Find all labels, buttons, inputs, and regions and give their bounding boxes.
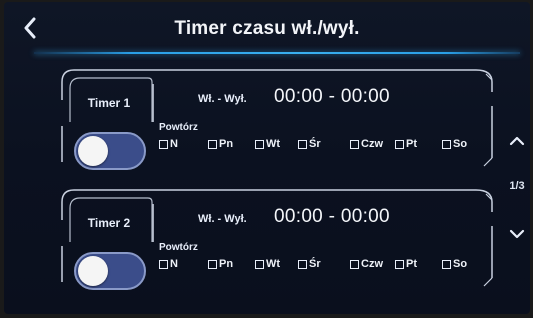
- checkbox-icon: [255, 259, 264, 269]
- day-checkbox-so[interactable]: So: [442, 258, 467, 270]
- checkbox-icon: [208, 259, 217, 269]
- time-range[interactable]: 00:00 - 00:00: [274, 206, 390, 228]
- day-checkbox-pn[interactable]: Pn: [208, 138, 233, 150]
- label-separator: [152, 204, 154, 242]
- day-label: Śr: [309, 258, 321, 270]
- page-up-button[interactable]: [506, 130, 528, 152]
- timer-toggle[interactable]: [74, 252, 146, 290]
- day-label: Pt: [406, 138, 417, 150]
- checkbox-icon: [255, 139, 264, 149]
- toggle-knob: [78, 256, 108, 286]
- checkbox-icon: [350, 139, 359, 149]
- day-label: Pn: [219, 258, 234, 270]
- day-checkbox-n[interactable]: N: [159, 258, 178, 270]
- day-checkbox-n[interactable]: N: [159, 138, 178, 150]
- checkbox-icon: [298, 259, 307, 269]
- day-label: Wt: [266, 258, 281, 270]
- checkbox-icon: [395, 259, 404, 269]
- day-checkbox-czw[interactable]: Czw: [350, 138, 383, 150]
- toggle-knob: [78, 136, 108, 166]
- day-label: Czw: [361, 138, 383, 150]
- day-checkbox-pt[interactable]: Pt: [395, 138, 417, 150]
- page-indicator: 1/3: [509, 180, 525, 192]
- schedule-label: Wł. - Wył.: [198, 93, 247, 105]
- schedule-label: Wł. - Wył.: [198, 213, 247, 225]
- page-title: Timer czasu wł./wył.: [174, 18, 360, 39]
- day-checkbox-sr[interactable]: Śr: [298, 138, 321, 150]
- day-label: So: [453, 258, 468, 270]
- timer-toggle[interactable]: [74, 132, 146, 170]
- header: Timer czasu wł./wył.: [4, 2, 530, 54]
- day-checkbox-wt[interactable]: Wt: [255, 138, 280, 150]
- header-divider: [34, 52, 520, 54]
- day-label: N: [170, 258, 178, 270]
- day-label: N: [170, 138, 178, 150]
- repeat-label: Powtórz: [159, 242, 198, 253]
- label-separator: [152, 84, 154, 122]
- chevron-down-icon: [509, 229, 525, 239]
- day-label: Czw: [361, 258, 383, 270]
- page-down-button[interactable]: [506, 223, 528, 245]
- day-checkbox-so[interactable]: So: [442, 138, 467, 150]
- day-checkbox-sr[interactable]: Śr: [298, 258, 321, 270]
- chevron-up-icon: [509, 136, 525, 146]
- checkbox-icon: [442, 139, 451, 149]
- timer-label[interactable]: Timer 1: [70, 86, 148, 120]
- day-checkbox-czw[interactable]: Czw: [350, 258, 383, 270]
- timer-card-1: Timer 1 Wł. - Wył. 00:00 - 00:00 Powtórz…: [56, 66, 504, 172]
- time-range[interactable]: 00:00 - 00:00: [274, 86, 390, 108]
- repeat-label: Powtórz: [159, 122, 198, 133]
- checkbox-icon: [159, 139, 168, 149]
- checkbox-icon: [159, 259, 168, 269]
- checkbox-icon: [442, 259, 451, 269]
- timer-screen: Timer czasu wł./wył. Timer 1 Wł. - Wył. …: [4, 2, 530, 314]
- day-label: Śr: [309, 138, 321, 150]
- checkbox-icon: [350, 259, 359, 269]
- checkbox-icon: [395, 139, 404, 149]
- checkbox-icon: [208, 139, 217, 149]
- day-label: Pn: [219, 138, 234, 150]
- day-label: Wt: [266, 138, 281, 150]
- day-checkbox-pn[interactable]: Pn: [208, 258, 233, 270]
- checkbox-icon: [298, 139, 307, 149]
- timer-label[interactable]: Timer 2: [70, 206, 148, 240]
- timer-card-2: Timer 2 Wł. - Wył. 00:00 - 00:00 Powtórz…: [56, 186, 504, 292]
- day-label: Pt: [406, 258, 417, 270]
- day-label: So: [453, 138, 468, 150]
- day-checkbox-pt[interactable]: Pt: [395, 258, 417, 270]
- day-checkbox-wt[interactable]: Wt: [255, 258, 280, 270]
